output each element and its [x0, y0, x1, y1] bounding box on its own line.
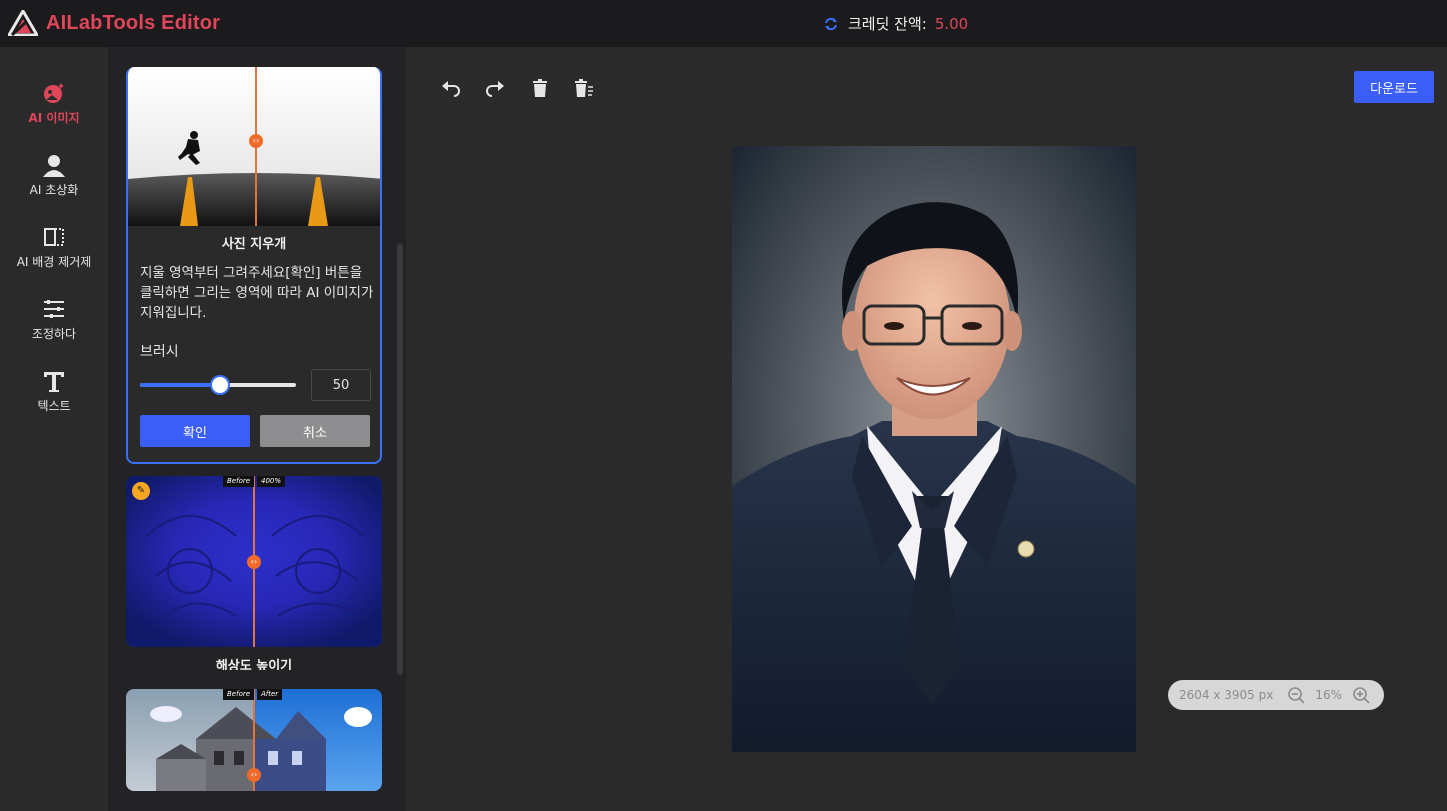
eraser-preview-image: ‹›: [128, 67, 380, 226]
compare-handle-icon[interactable]: ‹›: [247, 768, 261, 782]
upscale-title: 해상도 높이기: [215, 659, 293, 670]
portrait-icon: [43, 155, 65, 177]
redo-icon[interactable]: [485, 78, 505, 98]
brush-size-slider[interactable]: [140, 375, 296, 395]
eraser-description: 지울 영역부터 그려주세요[확인] 버튼을 클릭하면 그리는 영역에 따라 AI…: [140, 265, 374, 321]
sliders-icon: [44, 300, 64, 318]
undo-icon[interactable]: [441, 78, 461, 98]
canvas-toolbar: [414, 67, 1447, 109]
clear-all-icon[interactable]: [574, 78, 594, 98]
app-title: AILabTools Editor: [46, 11, 221, 34]
logo-icon: [8, 10, 38, 36]
rail-label: AI 배경 제거제: [16, 255, 92, 269]
rail-item-text[interactable]: 텍스트: [0, 369, 108, 414]
brush-slider-fill: [140, 383, 218, 387]
credit-balance: 크레딧 잔액: 5.00: [824, 13, 968, 34]
portrait-photo-illustration: [732, 146, 1136, 752]
upscale-card[interactable]: ‹› Before 400% ✎ 해상도 높이기: [126, 476, 382, 670]
credit-value: 5.00: [934, 14, 969, 33]
zoom-bar: 2604 x 3905 px 16%: [1168, 680, 1384, 710]
download-button[interactable]: 다운로드: [1354, 71, 1434, 103]
rail-item-ai-portrait[interactable]: AI 초상화: [0, 153, 108, 198]
cancel-button[interactable]: 취소: [260, 415, 370, 447]
app-logo[interactable]: AILabTools Editor: [8, 10, 220, 36]
after-tag: After: [257, 689, 283, 700]
rail-label: AI 이미지: [28, 111, 80, 125]
zoom-out-icon[interactable]: [1287, 686, 1305, 704]
eraser-title: 사진 지우개: [221, 237, 287, 252]
before-tag: Before: [223, 476, 255, 487]
canvas-photo[interactable]: [732, 146, 1136, 752]
upscale-preview-image: ‹› Before 400% ✎: [126, 476, 382, 647]
zoom-percent: 16%: [1315, 688, 1343, 702]
upscale-badge-icon: ✎: [132, 482, 150, 500]
refresh-icon[interactable]: [824, 17, 838, 31]
rail-item-bg-remover[interactable]: AI 배경 제거제: [0, 225, 108, 270]
after-tag: 400%: [257, 476, 286, 487]
house-card[interactable]: ‹› Before After: [126, 689, 382, 791]
trash-icon[interactable]: [530, 78, 550, 98]
ai-image-icon: [44, 83, 64, 103]
rail-item-ai-image[interactable]: AI 이미지: [0, 81, 108, 126]
photo-eraser-card: ‹› 사진 지우개 지울 영역부터 그려주세요[확인] 버튼을 클릭하면 그리는…: [126, 67, 382, 464]
rail-item-adjust[interactable]: 조정하다: [0, 297, 108, 342]
rail-label: AI 초상화: [29, 183, 79, 197]
brush-size-input[interactable]: [311, 369, 371, 401]
text-icon: [44, 372, 64, 392]
credit-label: 크레딧 잔액:: [848, 15, 927, 33]
brush-slider-handle[interactable]: [210, 375, 230, 395]
zoom-in-icon[interactable]: [1352, 686, 1370, 704]
tool-rail: AI 이미지 AI 초상화 AI 배경 제거제 조정하다 텍스트: [0, 47, 108, 811]
compare-handle-icon[interactable]: ‹›: [247, 555, 261, 569]
confirm-button[interactable]: 확인: [140, 415, 250, 447]
top-bar: AILabTools Editor 크레딧 잔액: 5.00: [0, 0, 1447, 47]
panel-scrollbar[interactable]: [397, 243, 403, 675]
brush-label: 브러시: [140, 344, 179, 360]
background-remove-icon: [44, 228, 64, 246]
rail-label: 텍스트: [37, 399, 71, 413]
image-dimensions: 2604 x 3905 px: [1179, 688, 1274, 702]
house-preview-image: ‹› Before After: [126, 689, 382, 791]
before-tag: Before: [223, 689, 255, 700]
compare-handle-icon[interactable]: ‹›: [249, 134, 263, 148]
rail-label: 조정하다: [31, 327, 77, 341]
